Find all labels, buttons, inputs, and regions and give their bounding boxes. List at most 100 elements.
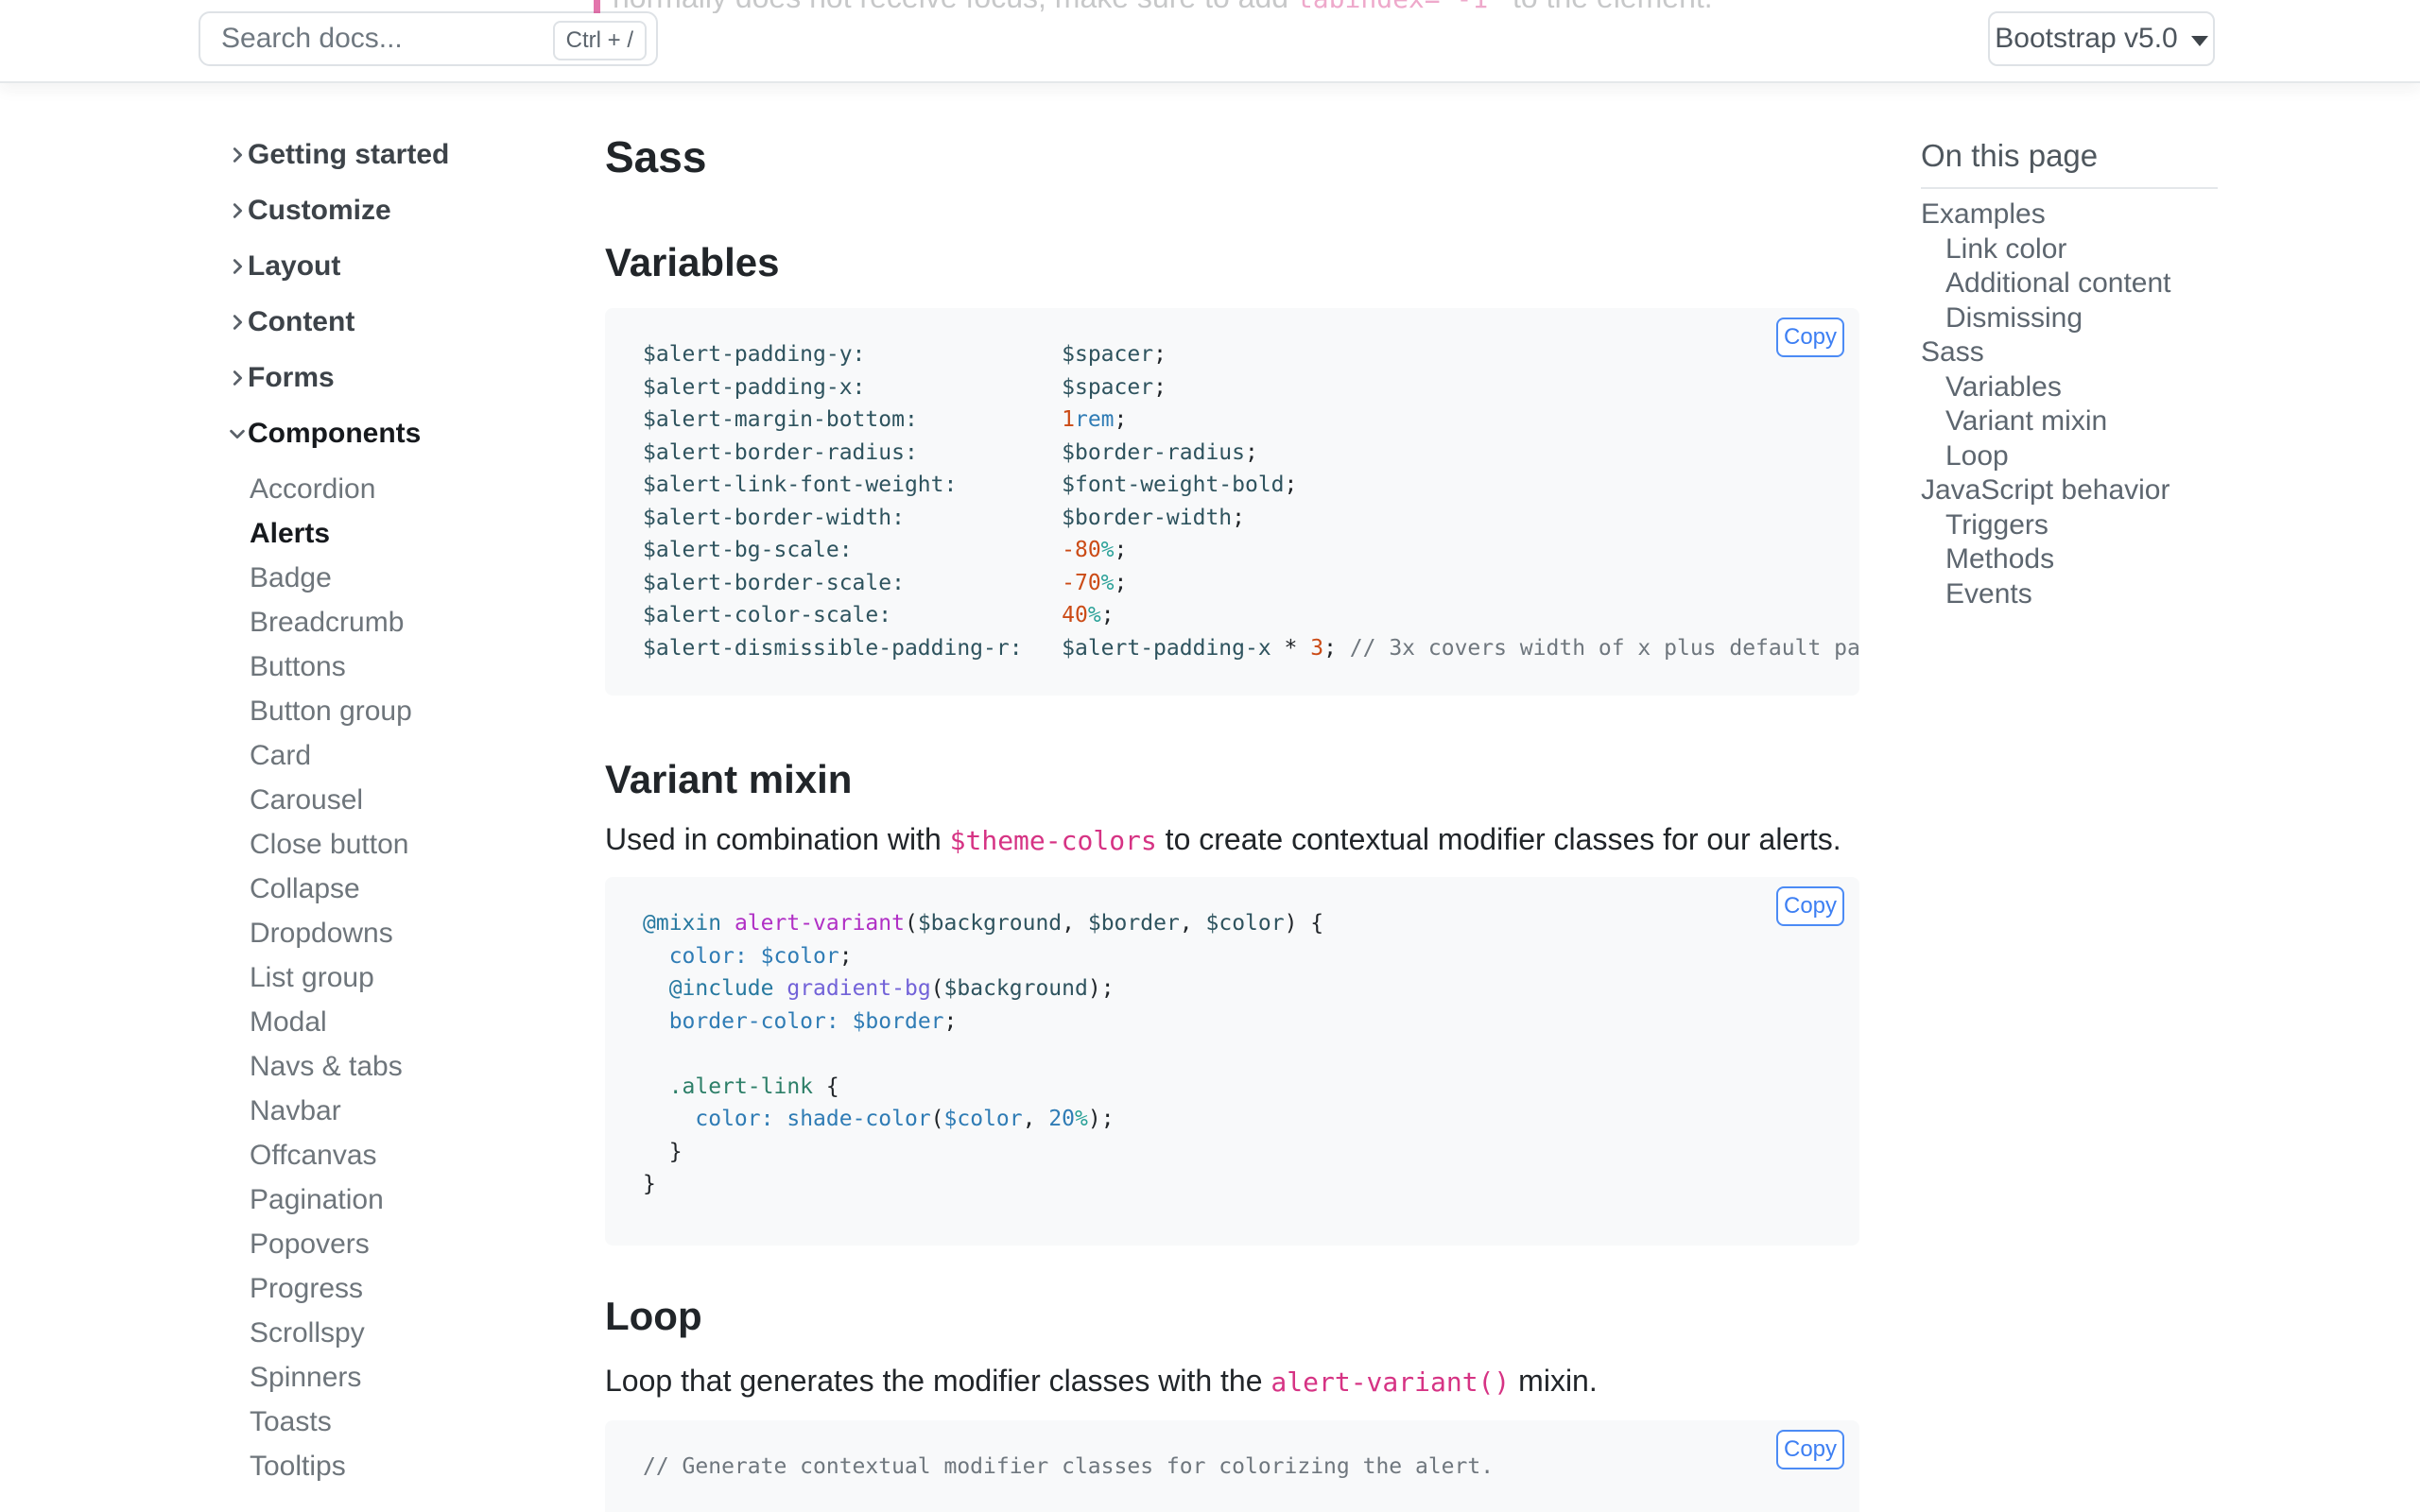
toc-heading: On this page (1921, 138, 2099, 173)
copy-button[interactable]: Copy (1776, 886, 1844, 926)
sidebar-section-label: Layout (248, 250, 341, 282)
paragraph-loop: Loop that generates the modifier classes… (605, 1364, 1598, 1398)
sidebar-item-breadcrumb[interactable]: Breadcrumb (250, 600, 605, 644)
ghost-code-fragment (594, 0, 600, 13)
sidebar-item-navbar[interactable]: Navbar (250, 1089, 605, 1133)
code-line: $alert-bg-scale: -80%; (643, 538, 1128, 562)
version-dropdown-button[interactable]: Bootstrap v5.0 (1988, 11, 2215, 66)
sidebar-item-toasts[interactable]: Toasts (250, 1400, 605, 1444)
search-box: Ctrl + / (199, 11, 658, 66)
code-line: $alert-margin-bottom: 1rem; (643, 407, 1128, 432)
inline-code-theme-colors: $theme-colors (949, 825, 1157, 856)
search-shortcut-hint: Ctrl + / (552, 21, 647, 60)
sidebar-nav: Getting started Customize Layout Content For… (227, 132, 605, 1488)
code-line: .alert-link { (668, 1074, 839, 1099)
sidebar-item-scrollspy[interactable]: Scrollspy (250, 1311, 605, 1355)
sidebar-item-accordion[interactable]: Accordion (250, 467, 605, 511)
chevron-right-icon (227, 368, 248, 388)
code-line: $alert-padding-x: $spacer; (643, 374, 1167, 400)
chevron-right-icon (227, 256, 248, 277)
sidebar-item-button-group[interactable]: Button group (250, 689, 605, 733)
ghost-text-after: to the element. (1504, 0, 1713, 13)
sidebar-section-layout[interactable]: Layout (227, 244, 605, 289)
sidebar-section-label: Content (248, 306, 355, 337)
sidebar-item-list-group[interactable]: List group (250, 955, 605, 1000)
ghost-text-before: normally does not receive focus, make su… (613, 0, 1297, 13)
code-line: border-color: $border; (668, 1008, 958, 1034)
code-line: } (643, 1139, 683, 1164)
code-block-loop: // Generate contextual modifier classes … (605, 1420, 1859, 1512)
code-line: @include gradient-bg($background); (668, 976, 1115, 1001)
ghost-scrolled-text: normally does not receive focus, make su… (613, 0, 2420, 13)
sidebar-section-label: Forms (248, 362, 335, 393)
code-line: $alert-dismissible-padding-r: $alert-pad… (643, 635, 1859, 661)
inline-code-alert-variant: alert-variant() (1270, 1366, 1511, 1398)
copy-button[interactable]: Copy (1776, 1430, 1844, 1469)
sidebar-section-customize[interactable]: Customize (227, 188, 605, 233)
heading-variables: Variables (605, 240, 780, 284)
components-subnav: Accordion Alerts Badge Breadcrumb Buttons But… (227, 467, 605, 1488)
page-title: Sass (605, 132, 707, 181)
sidebar-item-spinners[interactable]: Spinners (250, 1355, 605, 1400)
code-line: @mixin alert-variant($background, $borde… (643, 911, 1324, 936)
sidebar-item-carousel[interactable]: Carousel (250, 778, 605, 822)
toc-link-additional-content[interactable]: Additional content (1921, 266, 2218, 301)
sidebar-item-badge[interactable]: Badge (250, 556, 605, 600)
sidebar-item-offcanvas[interactable]: Offcanvas (250, 1133, 605, 1177)
toc-link-methods[interactable]: Methods (1921, 542, 2218, 577)
toc-link-variant-mixin[interactable]: Variant mixin (1921, 404, 2218, 439)
toc-link-events[interactable]: Events (1921, 577, 2218, 612)
chevron-right-icon (227, 200, 248, 221)
sidebar-section-getting-started[interactable]: Getting started (227, 132, 605, 178)
sidebar-section-label: Customize (248, 195, 391, 226)
toc-link-dismissing[interactable]: Dismissing (1921, 301, 2218, 336)
toc-link-triggers[interactable]: Triggers (1921, 508, 2218, 543)
code-block-variant-mixin: @mixin alert-variant($background, $borde… (605, 877, 1859, 1246)
code-line: $alert-color-scale: 40%; (643, 603, 1115, 627)
toc-link-examples[interactable]: Examples (1921, 198, 2218, 232)
sidebar-item-tooltips[interactable]: Tooltips (250, 1444, 605, 1488)
sidebar-section-forms[interactable]: Forms (227, 355, 605, 401)
toc-panel: On this page Examples Link color Additiona… (1921, 138, 2218, 611)
sidebar-item-modal[interactable]: Modal (250, 1000, 605, 1044)
sidebar-section-label: Components (248, 418, 422, 449)
code-scss-loop[interactable]: // Generate contextual modifier classes … (643, 1451, 1859, 1484)
code-scss-variant-mixin[interactable]: @mixin alert-variant($background, $borde… (643, 907, 1859, 1201)
code-line: $alert-link-font-weight: $font-weight-bo… (643, 472, 1298, 497)
sidebar-item-alerts[interactable]: Alerts (250, 511, 605, 556)
heading-loop: Loop (605, 1294, 702, 1338)
sidebar-item-dropdowns[interactable]: Dropdowns (250, 911, 605, 955)
code-line: } (643, 1172, 656, 1196)
sidebar-item-popovers[interactable]: Popovers (250, 1222, 605, 1266)
sidebar-item-collapse[interactable]: Collapse (250, 867, 605, 911)
chevron-down-icon (227, 423, 248, 444)
sidebar-section-content[interactable]: Content (227, 300, 605, 345)
code-line: $alert-border-radius: $border-radius; (643, 439, 1258, 465)
code-line: color: shade-color($color, 20%); (695, 1107, 1115, 1131)
sidebar-section-components[interactable]: Components (227, 411, 605, 456)
toc-link-variables[interactable]: Variables (1921, 370, 2218, 405)
code-line: $alert-padding-y: $spacer; (643, 342, 1167, 367)
code-line: color: $color; (668, 943, 853, 969)
sidebar-item-progress[interactable]: Progress (250, 1266, 605, 1311)
toc-list: Examples Link color Additional content Dism… (1921, 189, 2218, 611)
sidebar-item-buttons[interactable]: Buttons (250, 644, 605, 689)
copy-button[interactable]: Copy (1776, 318, 1844, 357)
sidebar-item-navs-tabs[interactable]: Navs & tabs (250, 1044, 605, 1089)
sidebar-item-pagination[interactable]: Pagination (250, 1177, 605, 1222)
toc-link-loop[interactable]: Loop (1921, 439, 2218, 474)
sidebar-item-card[interactable]: Card (250, 733, 605, 778)
sidebar-item-close-button[interactable]: Close button (250, 822, 605, 867)
toc-link-link-color[interactable]: Link color (1921, 232, 2218, 267)
code-block-variables: $alert-padding-y: $spacer; $alert-padding… (605, 308, 1859, 696)
ghost-inline-code: tabindex="-1" (1297, 0, 1504, 13)
toc-link-sass[interactable]: Sass (1921, 335, 2218, 370)
version-label: Bootstrap v5.0 (1995, 23, 2178, 54)
toc-link-javascript-behavior[interactable]: JavaScript behavior (1921, 473, 2218, 508)
sidebar-section-label: Getting started (248, 139, 450, 170)
code-scss-variables[interactable]: $alert-padding-y: $spacer; $alert-padding… (643, 338, 1859, 664)
heading-variant-mixin: Variant mixin (605, 757, 853, 801)
code-line: $alert-border-width: $border-width; (643, 505, 1245, 530)
chevron-right-icon (227, 312, 248, 333)
